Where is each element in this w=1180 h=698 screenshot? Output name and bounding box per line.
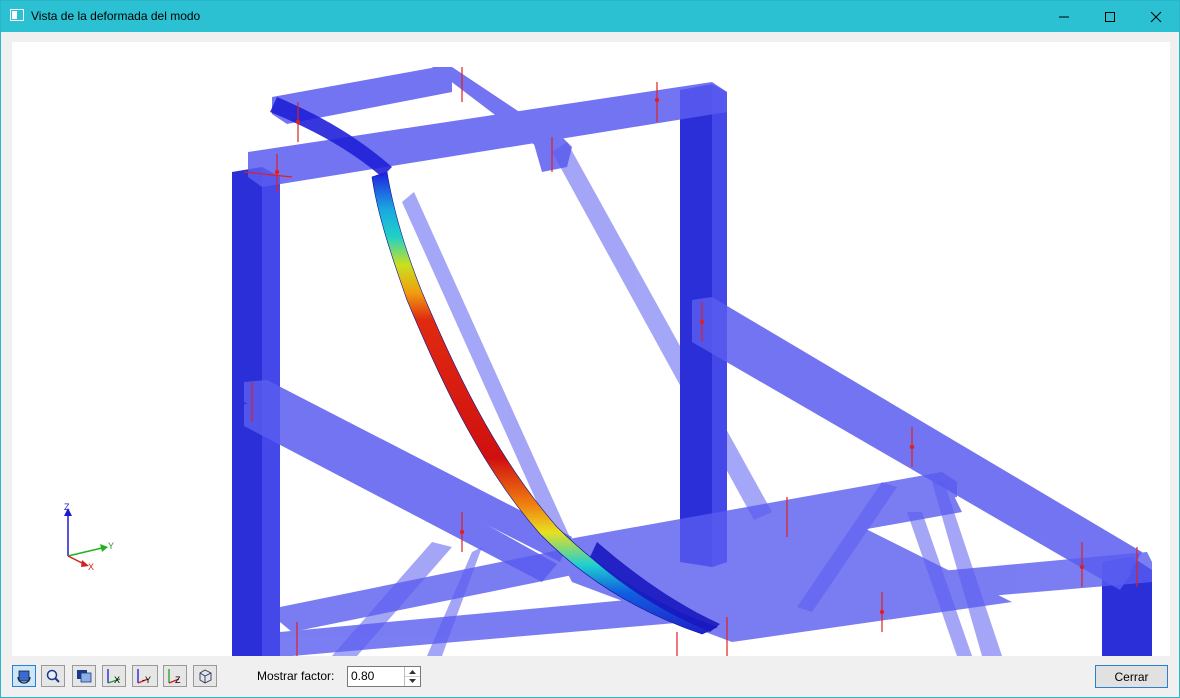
window-title: Vista de la deformada del modo — [31, 9, 201, 23]
close-button[interactable]: Cerrar — [1095, 665, 1168, 688]
axis-label-x: X — [88, 562, 95, 572]
factor-input[interactable] — [351, 668, 401, 684]
factor-spin-buttons — [404, 667, 420, 686]
maximize-button[interactable] — [1087, 1, 1133, 32]
zoom-icon — [46, 669, 60, 683]
mode-shape-window: Vista de la deformada del modo Z Y X X -… — [0, 0, 1180, 698]
structure-render — [232, 67, 1152, 656]
view-minus-y-icon-label: -Y — [142, 675, 151, 685]
render-mode-button[interactable] — [72, 665, 96, 687]
view-x-button[interactable]: X — [102, 665, 126, 687]
maximize-icon — [1105, 11, 1115, 22]
zoom-button[interactable] — [41, 665, 65, 687]
app-icon — [10, 9, 24, 21]
view-rotate-button[interactable] — [12, 665, 36, 687]
isometric-view-button[interactable] — [193, 665, 217, 687]
view-z-icon: Z — [168, 669, 181, 685]
view-z-icon-label: Z — [175, 675, 181, 685]
factor-decrement-button[interactable] — [405, 676, 420, 685]
close-window-button[interactable] — [1133, 1, 1179, 32]
chevron-down-icon — [409, 678, 416, 683]
axis-triad — [64, 508, 108, 567]
isometric-view-icon — [199, 669, 212, 684]
3d-viewport[interactable]: Z Y X — [12, 42, 1170, 656]
view-x-icon-label: X — [114, 675, 120, 685]
close-icon — [1150, 11, 1162, 22]
factor-label: Mostrar factor: — [257, 669, 335, 683]
title-bar: Vista de la deformada del modo — [1, 1, 1179, 32]
axis-label-z: Z — [64, 502, 70, 512]
axis-label-y: Y — [108, 541, 115, 551]
minimize-icon — [1059, 16, 1069, 17]
view-rotate-icon — [17, 670, 31, 684]
chevron-up-icon — [409, 669, 416, 674]
view-x-icon: X — [107, 669, 121, 685]
view-minus-y-button[interactable]: -Y — [132, 665, 158, 687]
view-minus-y-icon: -Y — [137, 669, 151, 685]
minimize-button[interactable] — [1041, 1, 1087, 32]
render-mode-icon — [77, 670, 92, 683]
bottom-toolbar: X -Y Z Mostrar factor: 0.80 Cerrar — [1, 657, 1179, 697]
view-z-button[interactable]: Z — [163, 665, 187, 687]
factor-spinbox[interactable] — [347, 666, 421, 687]
